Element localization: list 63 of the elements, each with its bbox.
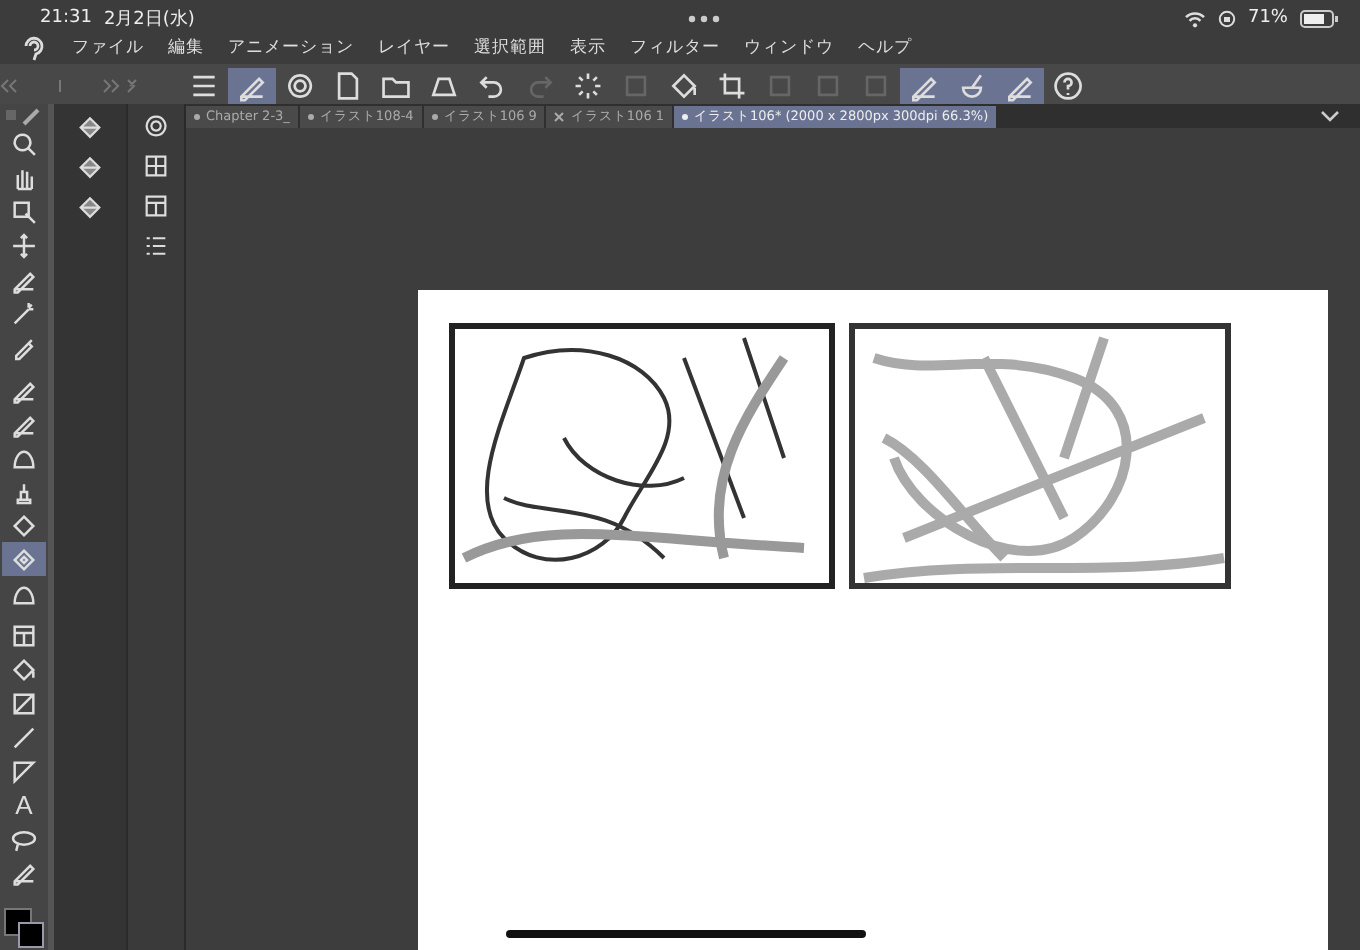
frame-icon [142,192,170,220]
document-icon [332,70,364,102]
frame-icon [10,621,38,650]
close-icon[interactable] [554,111,565,121]
lock-rotation-icon [1217,9,1236,27]
move-icon [10,232,38,261]
more-icon [686,13,723,23]
menu-item[interactable]: ヘルプ [858,36,912,60]
crop-icon [716,70,748,102]
grid-icon [142,152,170,180]
eraser-icon [76,112,104,140]
brush-icon [956,70,988,102]
triangle-icon [10,757,38,786]
menu-item[interactable]: レイヤー [378,36,450,60]
menu-item[interactable]: ファイル [72,36,144,60]
help-icon [1052,70,1084,102]
menu-item[interactable]: フィルター [630,36,720,60]
redo-icon [524,70,556,102]
menu-item[interactable]: 編集 [168,36,204,60]
eyedropper-icon [10,334,38,363]
wifi-icon [1183,9,1206,27]
pencil-icon [22,105,42,126]
tool-button[interactable] [2,542,46,577]
spinner-icon [572,70,604,102]
panel-handle-icon[interactable] [0,78,140,94]
lasso-icon [10,825,38,853]
pen-icon [10,858,38,887]
toolbar-button[interactable] [996,68,1044,104]
eraser-icon [76,152,104,180]
selection-icon [10,198,38,227]
square-icon [620,70,652,102]
pen-icon [10,410,38,439]
fill-icon [668,70,700,102]
status-time: 21:31 [40,8,92,28]
square-icon [764,70,796,102]
magnifier-icon [10,130,38,159]
battery-icon [1300,9,1340,27]
color-swatches[interactable] [2,905,46,950]
undo-icon [476,70,508,102]
line-icon [10,723,38,752]
toolbar-button[interactable] [228,68,276,104]
menu-item[interactable]: アニメーション [228,36,354,60]
chevron-down-icon[interactable] [1320,109,1340,123]
pen-icon [10,266,38,295]
tool-button[interactable]: A [2,788,46,823]
status-date: 2月2日(水) [103,7,195,31]
fill-icon [10,655,38,684]
diamond-icon [10,511,38,540]
pen-icon [10,376,38,405]
eraser-icon [76,192,104,220]
list-icon [142,232,170,260]
app-logo-icon[interactable] [20,34,48,62]
square-icon [860,70,892,102]
menu-item[interactable]: 選択範囲 [474,36,546,60]
battery-percent: 71% [1247,8,1288,28]
menu-item[interactable]: 表示 [570,36,606,60]
square-icon [812,70,844,102]
menu-item[interactable]: ウィンドウ [744,36,834,60]
wand-icon [10,300,38,329]
gradient-icon [10,689,38,718]
toolbar-button[interactable] [900,68,948,104]
menu-icon [188,70,220,102]
diamond-icon [10,545,38,574]
